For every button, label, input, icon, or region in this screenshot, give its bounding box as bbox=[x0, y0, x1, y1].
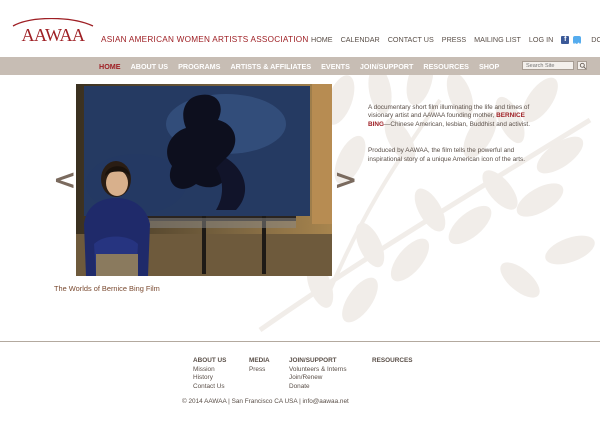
footer-link-mission[interactable]: Mission bbox=[193, 366, 226, 374]
search-button[interactable] bbox=[577, 61, 587, 70]
footer-link-contact-us[interactable]: Contact Us bbox=[193, 383, 226, 391]
top-link-home[interactable]: HOME bbox=[311, 35, 333, 44]
search-icon bbox=[579, 62, 587, 70]
main-nav: HOME ABOUT US PROGRAMS ARTISTS & AFFILIA… bbox=[0, 57, 600, 75]
footer-link-join-renew[interactable]: Join/Renew bbox=[289, 374, 347, 382]
footer-heading-resources[interactable]: RESOURCES bbox=[372, 357, 412, 364]
nav-item-home[interactable]: HOME bbox=[99, 62, 121, 71]
footer-link-donate[interactable]: Donate bbox=[289, 383, 347, 391]
twitter-icon[interactable] bbox=[573, 35, 582, 47]
nav-item-shop[interactable]: SHOP bbox=[479, 62, 499, 71]
nav-item-join-support[interactable]: JOIN/SUPPORT bbox=[360, 62, 414, 71]
footer-col-about-us: ABOUT US Mission History Contact Us bbox=[193, 357, 226, 391]
logo-text: AAWAA bbox=[21, 25, 85, 44]
facebook-icon[interactable]: f bbox=[561, 35, 570, 44]
footer-link-press[interactable]: Press bbox=[249, 366, 270, 374]
footer-heading-media[interactable]: MEDIA bbox=[249, 357, 270, 364]
site-footer: ABOUT US Mission History Contact Us MEDI… bbox=[0, 342, 600, 421]
aawaa-logo[interactable]: AAWAA bbox=[11, 18, 95, 44]
nav-item-programs[interactable]: PROGRAMS bbox=[178, 62, 220, 71]
top-link-donate[interactable]: DONATE bbox=[591, 35, 600, 44]
nav-item-about-us[interactable]: ABOUT US bbox=[131, 62, 169, 71]
description-paragraph-1: A documentary short film illuminating th… bbox=[368, 104, 530, 128]
footer-link-history[interactable]: History bbox=[193, 374, 226, 382]
nav-item-artists-affiliates[interactable]: ARTISTS & AFFILIATES bbox=[230, 62, 311, 71]
description-paragraph-2: Produced by AAWAA, the film tells the po… bbox=[368, 147, 526, 163]
top-link-press[interactable]: PRESS bbox=[442, 35, 466, 44]
carousel-prev-button[interactable]: < bbox=[53, 166, 76, 194]
top-link-calendar[interactable]: CALENDAR bbox=[341, 35, 380, 44]
carousel-caption[interactable]: The Worlds of Bernice Bing Film bbox=[54, 284, 160, 293]
featured-film-photo[interactable] bbox=[76, 84, 332, 276]
copyright-text: © 2014 AAWAA | San Francisco CA USA | in… bbox=[182, 398, 349, 405]
film-description: A documentary short film illuminating th… bbox=[368, 104, 538, 182]
top-nav: HOME CALENDAR CONTACT US PRESS MAILING L… bbox=[311, 35, 600, 47]
search-input[interactable] bbox=[522, 61, 574, 70]
org-name: ASIAN AMERICAN WOMEN ARTISTS ASSOCIATION bbox=[101, 35, 309, 44]
nav-item-resources[interactable]: RESOURCES bbox=[423, 62, 469, 71]
footer-link-volunteers[interactable]: Volunteers & Interns bbox=[289, 366, 347, 374]
footer-heading-join-support[interactable]: JOIN/SUPPORT bbox=[289, 357, 347, 364]
footer-col-resources: RESOURCES bbox=[372, 357, 412, 366]
top-link-contact[interactable]: CONTACT US bbox=[388, 35, 434, 44]
footer-heading-about-us[interactable]: ABOUT US bbox=[193, 357, 226, 364]
footer-col-join-support: JOIN/SUPPORT Volunteers & Interns Join/R… bbox=[289, 357, 347, 391]
top-link-mailing-list[interactable]: MAILING LIST bbox=[474, 35, 521, 44]
footer-col-media: MEDIA Press bbox=[249, 357, 270, 374]
top-link-login[interactable]: LOG IN bbox=[529, 35, 553, 44]
carousel-next-button[interactable]: > bbox=[334, 166, 357, 194]
site-header: AAWAA ASIAN AMERICAN WOMEN ARTISTS ASSOC… bbox=[0, 0, 600, 57]
nav-item-events[interactable]: EVENTS bbox=[321, 62, 350, 71]
